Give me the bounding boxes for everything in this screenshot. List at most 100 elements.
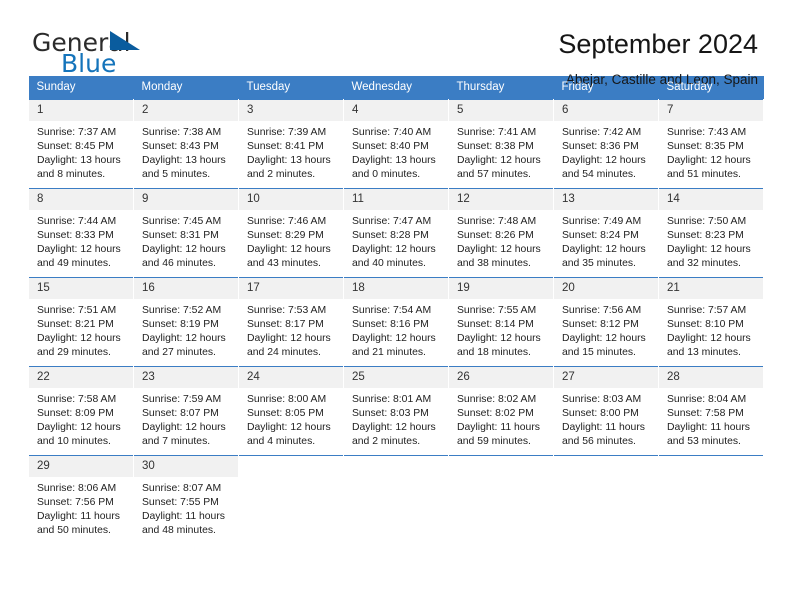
sunset-line: Sunset: 8:05 PM (247, 408, 324, 420)
day-cell[interactable]: 16 Sunrise: 7:52 AM Sunset: 8:19 PM Dayl… (133, 277, 239, 367)
sunset-line: Sunset: 8:40 PM (352, 141, 429, 153)
daylight-line-2: and 15 minutes. (562, 347, 636, 359)
day-number: 19 (449, 278, 553, 299)
general-blue-logo[interactable]: General Blue (32, 28, 162, 78)
day-cell[interactable]: 9 Sunrise: 7:45 AM Sunset: 8:31 PM Dayli… (133, 188, 239, 278)
day-cell[interactable]: 25 Sunrise: 8:01 AM Sunset: 8:03 PM Dayl… (343, 366, 449, 456)
daylight-line-1: Daylight: 12 hours (37, 333, 121, 345)
sunrise-line: Sunrise: 7:43 AM (667, 127, 747, 138)
day-cell[interactable]: 11 Sunrise: 7:47 AM Sunset: 8:28 PM Dayl… (343, 188, 449, 278)
sunset-line: Sunset: 8:29 PM (247, 230, 324, 242)
sunrise-line: Sunrise: 7:54 AM (352, 305, 432, 316)
sunrise-line: Sunrise: 7:41 AM (457, 127, 537, 138)
day-number (344, 456, 448, 477)
daylight-line-1: Daylight: 12 hours (352, 333, 436, 345)
day-details: Sunrise: 7:49 AM Sunset: 8:24 PM Dayligh… (554, 210, 658, 271)
day-cell[interactable]: 17 Sunrise: 7:53 AM Sunset: 8:17 PM Dayl… (238, 277, 344, 367)
calendar-week-row: 1 Sunrise: 7:37 AM Sunset: 8:45 PM Dayli… (28, 99, 764, 189)
day-details: Sunrise: 7:41 AM Sunset: 8:38 PM Dayligh… (449, 121, 553, 182)
calendar-week-row: 15 Sunrise: 7:51 AM Sunset: 8:21 PM Dayl… (28, 277, 764, 367)
daylight-line-2: and 49 minutes. (37, 258, 111, 270)
day-cell[interactable]: 13 Sunrise: 7:49 AM Sunset: 8:24 PM Dayl… (553, 188, 659, 278)
day-cell[interactable]: 26 Sunrise: 8:02 AM Sunset: 8:02 PM Dayl… (448, 366, 554, 456)
daylight-line-1: Daylight: 12 hours (37, 244, 121, 256)
day-cell[interactable]: 18 Sunrise: 7:54 AM Sunset: 8:16 PM Dayl… (343, 277, 449, 367)
daylight-line-2: and 38 minutes. (457, 258, 531, 270)
day-number: 24 (239, 367, 343, 388)
day-cell[interactable]: 14 Sunrise: 7:50 AM Sunset: 8:23 PM Dayl… (658, 188, 764, 278)
daylight-line-2: and 29 minutes. (37, 347, 111, 359)
day-cell[interactable]: 8 Sunrise: 7:44 AM Sunset: 8:33 PM Dayli… (28, 188, 134, 278)
logo-text-blue: Blue (61, 49, 117, 78)
day-cell[interactable]: 1 Sunrise: 7:37 AM Sunset: 8:45 PM Dayli… (28, 99, 134, 189)
sunset-line: Sunset: 8:43 PM (142, 141, 219, 153)
day-number: 25 (344, 367, 448, 388)
day-cell[interactable]: 6 Sunrise: 7:42 AM Sunset: 8:36 PM Dayli… (553, 99, 659, 189)
day-cell-empty (448, 455, 554, 545)
sunrise-line: Sunrise: 7:45 AM (142, 216, 222, 227)
day-cell[interactable]: 30 Sunrise: 8:07 AM Sunset: 7:55 PM Dayl… (133, 455, 239, 545)
sunrise-line: Sunrise: 8:00 AM (247, 394, 327, 405)
day-cell[interactable]: 5 Sunrise: 7:41 AM Sunset: 8:38 PM Dayli… (448, 99, 554, 189)
day-cell[interactable]: 7 Sunrise: 7:43 AM Sunset: 8:35 PM Dayli… (658, 99, 764, 189)
day-cell[interactable]: 29 Sunrise: 8:06 AM Sunset: 7:56 PM Dayl… (28, 455, 134, 545)
day-cell[interactable]: 27 Sunrise: 8:03 AM Sunset: 8:00 PM Dayl… (553, 366, 659, 456)
sunrise-line: Sunrise: 7:42 AM (562, 127, 642, 138)
day-number: 18 (344, 278, 448, 299)
day-number: 30 (134, 456, 238, 477)
daylight-line-1: Daylight: 12 hours (457, 244, 541, 256)
daylight-line-2: and 46 minutes. (142, 258, 216, 270)
day-cell[interactable]: 3 Sunrise: 7:39 AM Sunset: 8:41 PM Dayli… (238, 99, 344, 189)
sunset-line: Sunset: 8:38 PM (457, 141, 534, 153)
day-number: 20 (554, 278, 658, 299)
day-cell[interactable]: 28 Sunrise: 8:04 AM Sunset: 7:58 PM Dayl… (658, 366, 764, 456)
day-number: 23 (134, 367, 238, 388)
day-details: Sunrise: 8:07 AM Sunset: 7:55 PM Dayligh… (134, 477, 238, 538)
day-cell[interactable]: 24 Sunrise: 8:00 AM Sunset: 8:05 PM Dayl… (238, 366, 344, 456)
day-details: Sunrise: 7:44 AM Sunset: 8:33 PM Dayligh… (29, 210, 133, 271)
daylight-line-1: Daylight: 11 hours (457, 422, 540, 434)
daylight-line-2: and 50 minutes. (37, 525, 111, 537)
day-number: 26 (449, 367, 553, 388)
sunset-line: Sunset: 8:07 PM (142, 408, 219, 420)
daylight-line-2: and 48 minutes. (142, 525, 216, 537)
day-cell[interactable]: 20 Sunrise: 7:56 AM Sunset: 8:12 PM Dayl… (553, 277, 659, 367)
day-cell[interactable]: 19 Sunrise: 7:55 AM Sunset: 8:14 PM Dayl… (448, 277, 554, 367)
day-number: 16 (134, 278, 238, 299)
daylight-line-1: Daylight: 11 hours (37, 511, 120, 523)
day-cell[interactable]: 21 Sunrise: 7:57 AM Sunset: 8:10 PM Dayl… (658, 277, 764, 367)
day-cell[interactable]: 15 Sunrise: 7:51 AM Sunset: 8:21 PM Dayl… (28, 277, 134, 367)
day-details: Sunrise: 7:40 AM Sunset: 8:40 PM Dayligh… (344, 121, 448, 182)
daylight-line-2: and 0 minutes. (352, 169, 421, 181)
daylight-line-1: Daylight: 12 hours (247, 422, 331, 434)
sunrise-line: Sunrise: 8:04 AM (667, 394, 747, 405)
day-details: Sunrise: 7:53 AM Sunset: 8:17 PM Dayligh… (239, 299, 343, 360)
day-details: Sunrise: 7:43 AM Sunset: 8:35 PM Dayligh… (659, 121, 763, 182)
sunrise-line: Sunrise: 7:37 AM (37, 127, 117, 138)
daylight-line-1: Daylight: 11 hours (142, 511, 225, 523)
sunset-line: Sunset: 8:14 PM (457, 319, 534, 331)
day-details: Sunrise: 7:51 AM Sunset: 8:21 PM Dayligh… (29, 299, 133, 360)
day-cell-empty (658, 455, 764, 545)
daylight-line-2: and 57 minutes. (457, 169, 531, 181)
day-details: Sunrise: 7:46 AM Sunset: 8:29 PM Dayligh… (239, 210, 343, 271)
sunset-line: Sunset: 8:10 PM (667, 319, 744, 331)
sunrise-line: Sunrise: 7:44 AM (37, 216, 117, 227)
daylight-line-2: and 32 minutes. (667, 258, 741, 270)
sunset-line: Sunset: 7:58 PM (667, 408, 744, 420)
day-cell[interactable]: 4 Sunrise: 7:40 AM Sunset: 8:40 PM Dayli… (343, 99, 449, 189)
sunset-line: Sunset: 8:21 PM (37, 319, 114, 331)
daylight-line-1: Daylight: 12 hours (247, 244, 331, 256)
day-cell[interactable]: 10 Sunrise: 7:46 AM Sunset: 8:29 PM Dayl… (238, 188, 344, 278)
sunrise-line: Sunrise: 8:06 AM (37, 483, 117, 494)
day-cell[interactable]: 12 Sunrise: 7:48 AM Sunset: 8:26 PM Dayl… (448, 188, 554, 278)
day-cell[interactable]: 23 Sunrise: 7:59 AM Sunset: 8:07 PM Dayl… (133, 366, 239, 456)
sunset-line: Sunset: 8:19 PM (142, 319, 219, 331)
daylight-line-2: and 27 minutes. (142, 347, 216, 359)
daylight-line-1: Daylight: 12 hours (142, 333, 226, 345)
daylight-line-1: Daylight: 13 hours (142, 155, 226, 167)
sunrise-sunset-calendar: Sunday Monday Tuesday Wednesday Thursday… (28, 76, 764, 545)
day-cell[interactable]: 22 Sunrise: 7:58 AM Sunset: 8:09 PM Dayl… (28, 366, 134, 456)
day-cell[interactable]: 2 Sunrise: 7:38 AM Sunset: 8:43 PM Dayli… (133, 99, 239, 189)
sunset-line: Sunset: 8:16 PM (352, 319, 429, 331)
